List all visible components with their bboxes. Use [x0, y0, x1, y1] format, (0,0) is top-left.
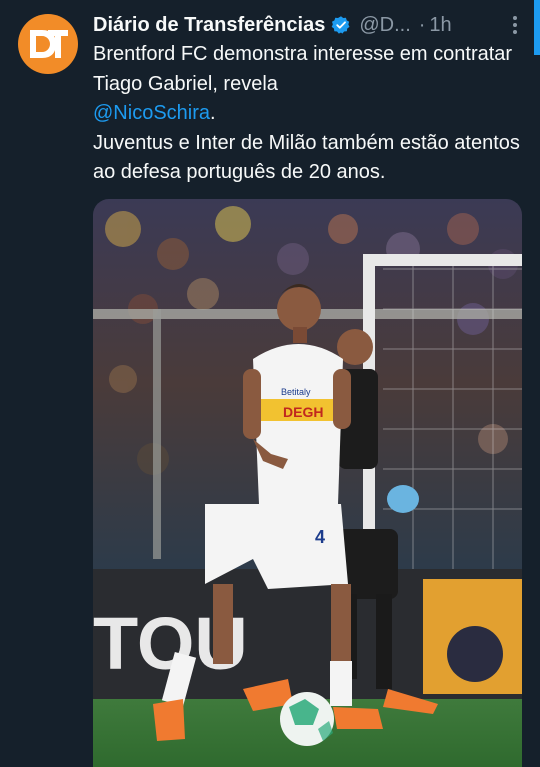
shirt-sponsor-top: Betitaly	[281, 387, 311, 397]
tweet-line-2: Juventus e Inter de Milão também estão a…	[93, 131, 520, 184]
mention-link[interactable]: @NicoSchira	[93, 102, 210, 124]
logo-icon	[30, 30, 68, 58]
tweet-line-1: Brentford FC demonstra interesse em cont…	[93, 43, 513, 95]
account-name[interactable]: Diário de Transferências	[93, 14, 325, 37]
timestamp[interactable]: 1h	[429, 14, 451, 37]
tweet-photo[interactable]: TOU DEGH Betitaly 4	[93, 199, 522, 767]
tweet[interactable]: Diário de Transferências @D... · 1h Bren…	[0, 0, 540, 767]
scrollbar[interactable]	[534, 0, 540, 55]
avatar[interactable]	[18, 14, 78, 74]
separator: ·	[418, 13, 426, 36]
shirt-number: 4	[315, 527, 325, 547]
shirt-sponsor: DEGH	[283, 404, 323, 420]
tweet-content: Diário de Transferências @D... · 1h Bren…	[93, 10, 522, 188]
football-photo: TOU DEGH Betitaly 4	[93, 199, 522, 767]
mention-suffix: .	[210, 102, 216, 124]
account-handle[interactable]: @D...	[359, 14, 410, 37]
more-options-icon[interactable]	[504, 14, 526, 36]
tweet-paragraph-1: Brentford FC demonstra interesse em cont…	[93, 40, 522, 99]
tweet-text: Brentford FC demonstra interesse em cont…	[93, 40, 522, 188]
verified-badge-icon	[331, 15, 351, 35]
tweet-mention-line: @NicoSchira.	[93, 99, 522, 129]
tweet-paragraph-2: Juventus e Inter de Milão também estão a…	[93, 129, 522, 188]
tweet-header: Diário de Transferências @D... · 1h	[93, 10, 522, 40]
